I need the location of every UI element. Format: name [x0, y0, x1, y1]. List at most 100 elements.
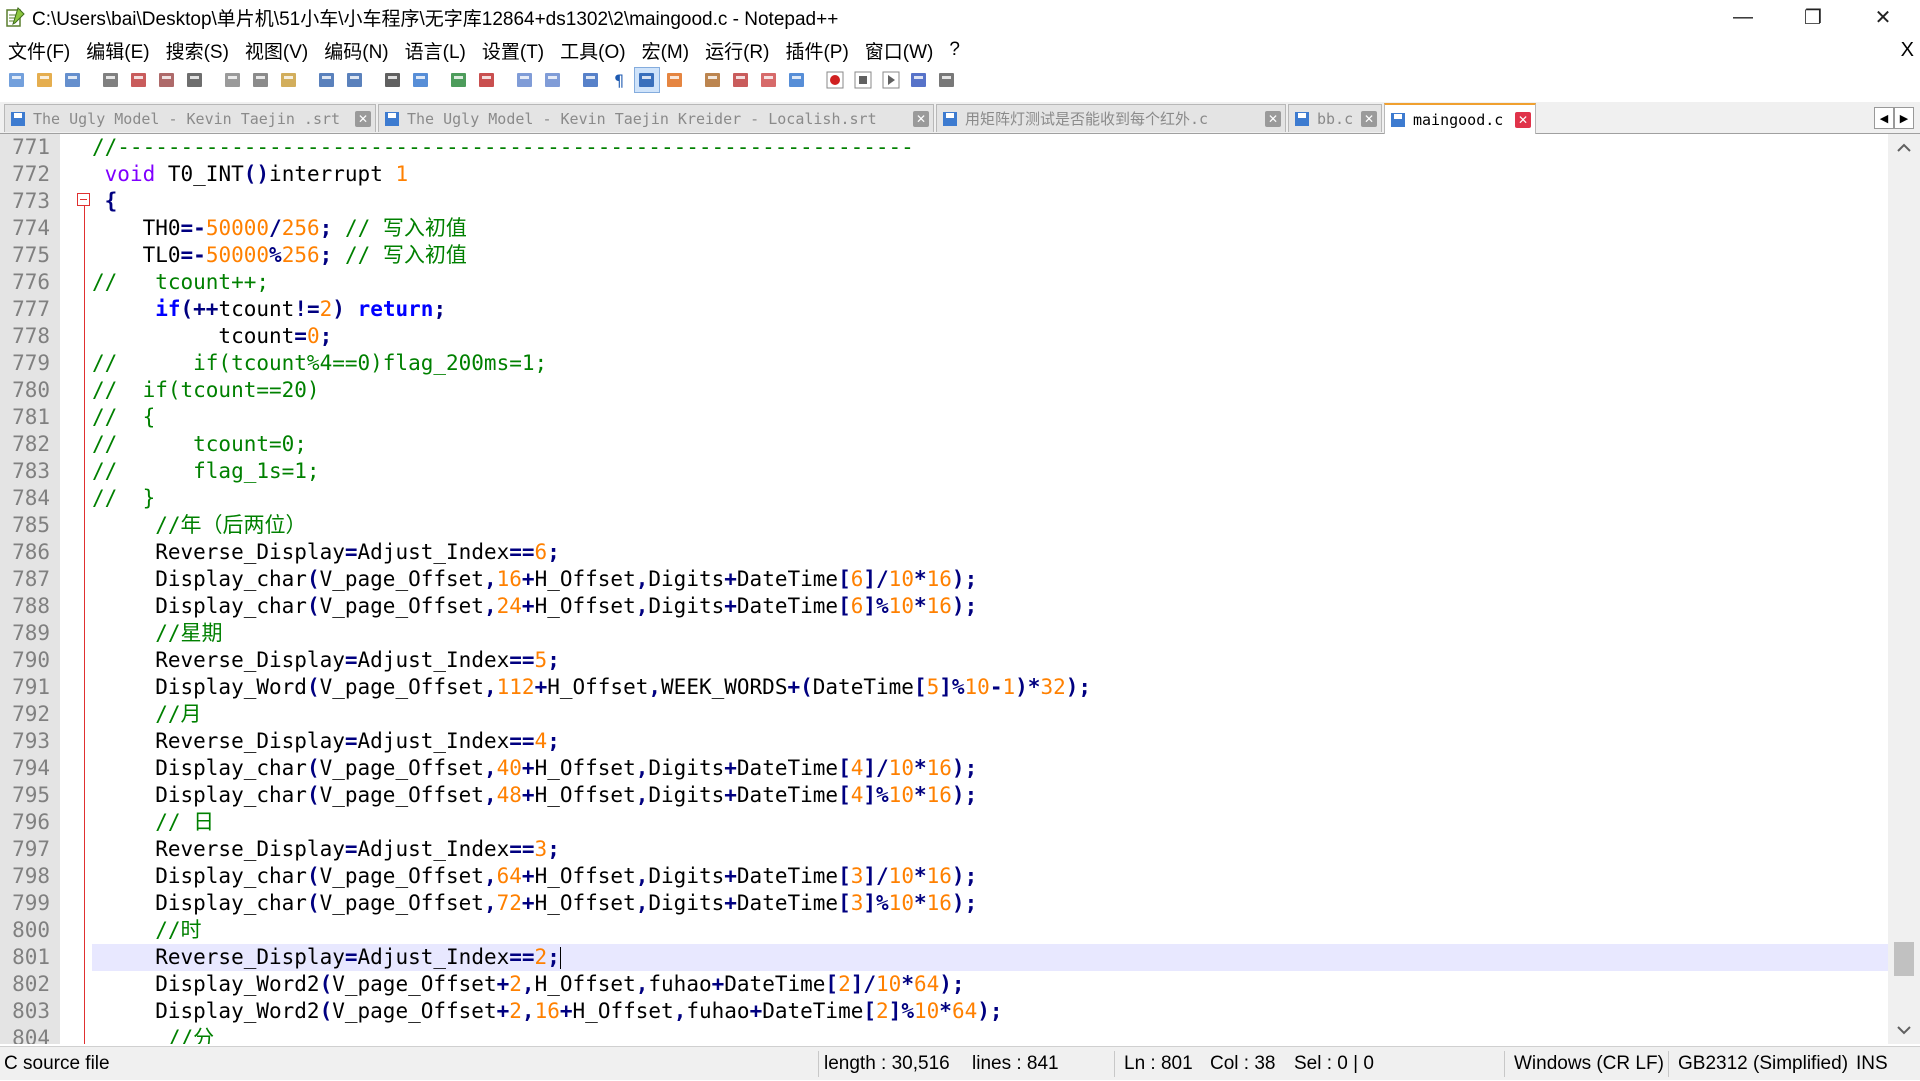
copy-icon[interactable]: [248, 67, 274, 93]
zoom-out-icon[interactable]: [474, 67, 500, 93]
code-text[interactable]: TH0=-50000/256; // 写入初值: [92, 215, 1888, 242]
menu-file[interactable]: 文件(F): [0, 37, 78, 64]
word-wrap-icon[interactable]: [578, 67, 604, 93]
show-all-chars-icon[interactable]: ¶: [606, 67, 632, 93]
code-text[interactable]: if(++tcount!=2) return;: [92, 296, 1888, 323]
code-line[interactable]: 798 Display_char(V_page_Offset,64+H_Offs…: [0, 863, 1888, 890]
tab-close-icon[interactable]: ✕: [355, 110, 371, 127]
doc-map-icon[interactable]: [700, 67, 726, 93]
code-text[interactable]: // tcount=0;: [92, 431, 1888, 458]
close-document-button[interactable]: X: [1901, 36, 1914, 64]
menu-plugins[interactable]: 插件(P): [777, 37, 856, 64]
code-text[interactable]: Display_char(V_page_Offset,48+H_Offset,D…: [92, 782, 1888, 809]
redo-icon[interactable]: [342, 67, 368, 93]
close-window-button[interactable]: ✕: [1848, 0, 1918, 34]
code-text[interactable]: Reverse_Display=Adjust_Index==4;: [92, 728, 1888, 755]
code-text[interactable]: TL0=-50000%256; // 写入初值: [92, 242, 1888, 269]
code-line[interactable]: 789 //星期: [0, 620, 1888, 647]
menu-macro[interactable]: 宏(M): [634, 37, 697, 64]
code-text[interactable]: // 日: [92, 809, 1888, 836]
code-text[interactable]: Reverse_Display=Adjust_Index==5;: [92, 647, 1888, 674]
code-line[interactable]: 775 TL0=-50000%256; // 写入初值: [0, 242, 1888, 269]
code-text[interactable]: Display_char(V_page_Offset,16+H_Offset,D…: [92, 566, 1888, 593]
close-icon[interactable]: [126, 67, 152, 93]
print-icon[interactable]: [182, 67, 208, 93]
folder-workspace-icon[interactable]: [756, 67, 782, 93]
tab-ugly-model-srt[interactable]: The Ugly Model - Kevin Taejin .srt ✕: [4, 104, 376, 132]
code-line[interactable]: 795 Display_char(V_page_Offset,48+H_Offs…: [0, 782, 1888, 809]
close-all-icon[interactable]: [154, 67, 180, 93]
code-line[interactable]: 792 //月: [0, 701, 1888, 728]
play-macro-icon[interactable]: [878, 67, 904, 93]
editor[interactable]: 771 //-----------------------------------…: [0, 134, 1920, 1044]
code-text[interactable]: Display_Word2(V_page_Offset+2,16+H_Offse…: [92, 998, 1888, 1025]
menu-search[interactable]: 搜索(S): [158, 37, 237, 64]
save-icon[interactable]: [60, 67, 86, 93]
code-text[interactable]: Reverse_Display=Adjust_Index==2;: [92, 944, 1888, 971]
code-line[interactable]: 803 Display_Word2(V_page_Offset+2,16+H_O…: [0, 998, 1888, 1025]
code-line[interactable]: 778 tcount=0;: [0, 323, 1888, 350]
code-line[interactable]: 804 //分: [0, 1025, 1888, 1044]
tab-close-icon[interactable]: ✕: [1515, 111, 1531, 128]
code-line[interactable]: 794 Display_char(V_page_Offset,40+H_Offs…: [0, 755, 1888, 782]
code-text[interactable]: tcount=0;: [92, 323, 1888, 350]
code-text[interactable]: Display_char(V_page_Offset,40+H_Offset,D…: [92, 755, 1888, 782]
code-line[interactable]: 802 Display_Word2(V_page_Offset+2,H_Offs…: [0, 971, 1888, 998]
code-text[interactable]: Reverse_Display=Adjust_Index==3;: [92, 836, 1888, 863]
code-text[interactable]: //分: [92, 1025, 1888, 1044]
vertical-scrollbar[interactable]: [1888, 134, 1920, 1044]
paste-icon[interactable]: [276, 67, 302, 93]
code-line[interactable]: 797 Reverse_Display=Adjust_Index==3;: [0, 836, 1888, 863]
code-line[interactable]: 776 // tcount++;: [0, 269, 1888, 296]
open-file-icon[interactable]: [32, 67, 58, 93]
code-line[interactable]: 787 Display_char(V_page_Offset,16+H_Offs…: [0, 566, 1888, 593]
undo-icon[interactable]: [314, 67, 340, 93]
menu-edit[interactable]: 编辑(E): [78, 37, 157, 64]
menu-tools[interactable]: 工具(O): [552, 37, 633, 64]
code-text[interactable]: // {: [92, 404, 1888, 431]
menu-help[interactable]: ?: [941, 39, 968, 61]
save-macro-icon[interactable]: [934, 67, 960, 93]
code-text[interactable]: Display_Word2(V_page_Offset+2,H_Offset,f…: [92, 971, 1888, 998]
tab-ugly-model-localish-srt[interactable]: The Ugly Model - Kevin Taejin Kreider - …: [378, 104, 934, 132]
code-line[interactable]: 781 // {: [0, 404, 1888, 431]
stop-record-icon[interactable]: [850, 67, 876, 93]
monitoring-icon[interactable]: [784, 67, 810, 93]
maximize-button[interactable]: ❐: [1778, 0, 1848, 34]
fold-collapse-icon[interactable]: [77, 193, 90, 206]
indent-guide-icon[interactable]: [634, 67, 660, 93]
code-line[interactable]: 772 void T0_INT()interrupt 1: [0, 161, 1888, 188]
save-all-icon[interactable]: [98, 67, 124, 93]
code-line[interactable]: 800 //时: [0, 917, 1888, 944]
tab-scroll-left-icon[interactable]: ◀: [1874, 107, 1894, 129]
code-text[interactable]: Reverse_Display=Adjust_Index==6;: [92, 539, 1888, 566]
tab-close-icon[interactable]: ✕: [913, 110, 929, 127]
code-line[interactable]: 791 Display_Word(V_page_Offset,112+H_Off…: [0, 674, 1888, 701]
minimize-button[interactable]: —: [1708, 0, 1778, 34]
code-text[interactable]: Display_char(V_page_Offset,64+H_Offset,D…: [92, 863, 1888, 890]
code-text[interactable]: {: [92, 188, 1888, 215]
tab-close-icon[interactable]: ✕: [1361, 110, 1377, 127]
code-line[interactable]: 796 // 日: [0, 809, 1888, 836]
record-macro-icon[interactable]: [822, 67, 848, 93]
code-text[interactable]: // tcount++;: [92, 269, 1888, 296]
code-line[interactable]: 780 // if(tcount==20): [0, 377, 1888, 404]
code-text[interactable]: // if(tcount==20): [92, 377, 1888, 404]
code-line[interactable]: 771 //-----------------------------------…: [0, 134, 1888, 161]
run-macro-multiple-icon[interactable]: [906, 67, 932, 93]
scroll-down-icon[interactable]: [1888, 1016, 1920, 1044]
tab-bb-c[interactable]: bb.c ✕: [1288, 104, 1382, 132]
scrollbar-thumb[interactable]: [1894, 942, 1914, 976]
code-text[interactable]: //星期: [92, 620, 1888, 647]
zoom-in-icon[interactable]: [446, 67, 472, 93]
code-line[interactable]: 786 Reverse_Display=Adjust_Index==6;: [0, 539, 1888, 566]
code-text[interactable]: Display_char(V_page_Offset,24+H_Offset,D…: [92, 593, 1888, 620]
code-line[interactable]: 801 Reverse_Display=Adjust_Index==2;: [0, 944, 1888, 971]
cut-icon[interactable]: [220, 67, 246, 93]
code-text[interactable]: //月: [92, 701, 1888, 728]
menu-view[interactable]: 视图(V): [237, 37, 316, 64]
udl-icon[interactable]: [662, 67, 688, 93]
code-line[interactable]: 788 Display_char(V_page_Offset,24+H_Offs…: [0, 593, 1888, 620]
code-line[interactable]: 782 // tcount=0;: [0, 431, 1888, 458]
code-line[interactable]: 774 TH0=-50000/256; // 写入初值: [0, 215, 1888, 242]
